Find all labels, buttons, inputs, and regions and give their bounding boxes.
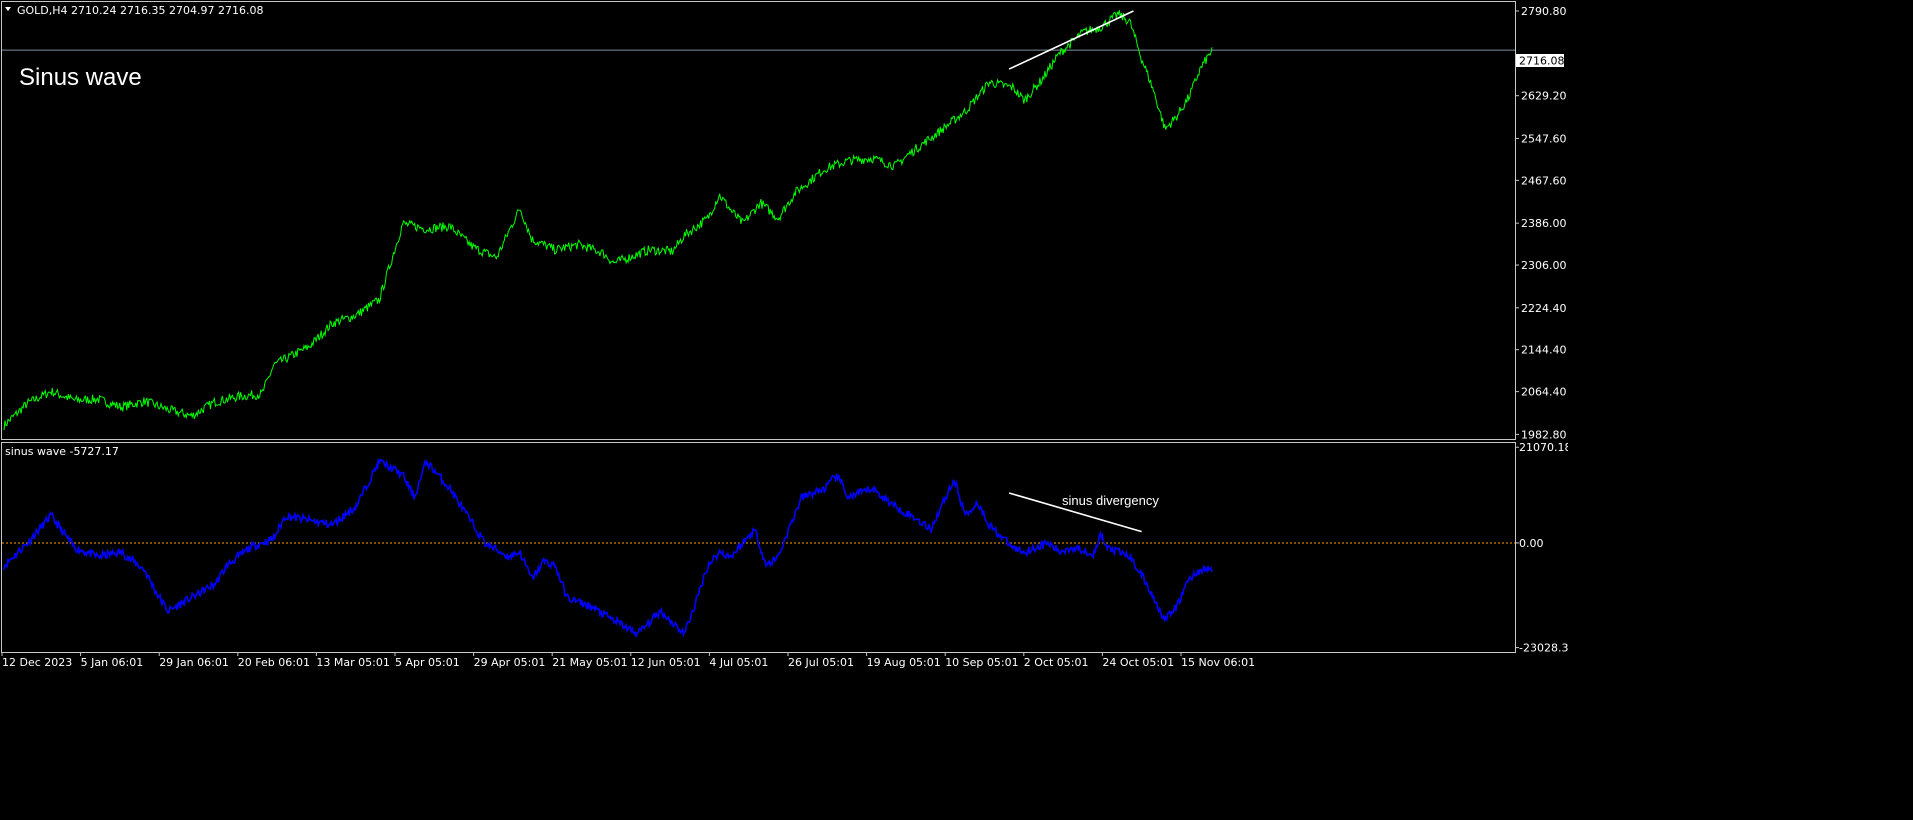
y-tick-label: 21070.18 (1519, 441, 1568, 454)
x-tick-label: 4 Jul 05:01 (709, 656, 768, 669)
y-tick-label: 2467.60 (1521, 174, 1567, 187)
x-tick-label: 15 Nov 06:01 (1181, 656, 1255, 669)
divergency-annotation: sinus divergency (1062, 493, 1159, 508)
indicator-panel-frame (1, 442, 1516, 653)
x-tick-label: 29 Apr 05:01 (474, 656, 546, 669)
y-tick-label: 2790.80 (1521, 5, 1567, 18)
indicator-y-axis: 21070.18 0.00 -23028.36 (1515, 441, 1568, 655)
x-tick-label: 10 Sep 05:01 (945, 656, 1018, 669)
y-tick-label: 2144.40 (1521, 344, 1567, 357)
y-tick-label: -23028.36 (1519, 642, 1568, 655)
price-panel-frame (1, 1, 1516, 440)
main-title: Sinus wave (19, 64, 142, 91)
x-tick-label: 20 Feb 06:01 (238, 656, 310, 669)
y-tick-label: 0.00 (1519, 537, 1544, 550)
x-tick-label: 26 Jul 05:01 (788, 656, 854, 669)
x-tick-label: 21 May 05:01 (552, 656, 627, 669)
indicator-header: sinus wave -5727.17 (5, 445, 119, 458)
price-y-axis: 2790.80 2629.20 2547.60 2467.60 2386.00 2306.… (1515, 5, 1567, 441)
x-tick-label: 12 Jun 05:01 (631, 656, 701, 669)
chart-canvas[interactable]: GOLD,H4 2710.24 2716.35 2704.97 2716.08 … (0, 0, 1568, 672)
y-tick-label: 2224.40 (1521, 302, 1567, 315)
x-tick-label: 2 Oct 05:01 (1024, 656, 1089, 669)
x-tick-label: 24 Oct 05:01 (1102, 656, 1174, 669)
y-tick-label: 1982.80 (1521, 428, 1567, 441)
y-tick-label: 2064.40 (1521, 386, 1567, 399)
current-price-label: 2716.08 (1519, 55, 1565, 68)
x-tick-label: 13 Mar 05:01 (316, 656, 389, 669)
x-tick-label: 5 Jan 06:01 (81, 656, 144, 669)
x-axis: 12 Dec 2023 5 Jan 06:01 29 Jan 06:01 20 Feb… (1, 652, 1255, 669)
y-tick-label: 2386.00 (1521, 217, 1567, 230)
y-tick-label: 2306.00 (1521, 259, 1567, 272)
symbol-info: GOLD,H4 2710.24 2716.35 2704.97 2716.08 (17, 4, 264, 17)
y-tick-label: 2547.60 (1521, 132, 1567, 145)
y-tick-label: 2629.20 (1521, 90, 1567, 103)
x-tick-label: 29 Jan 06:01 (159, 656, 229, 669)
x-tick-label: 5 Apr 05:01 (395, 656, 460, 669)
x-tick-label: 19 Aug 05:01 (867, 656, 941, 669)
x-tick-label: 12 Dec 2023 (2, 656, 72, 669)
